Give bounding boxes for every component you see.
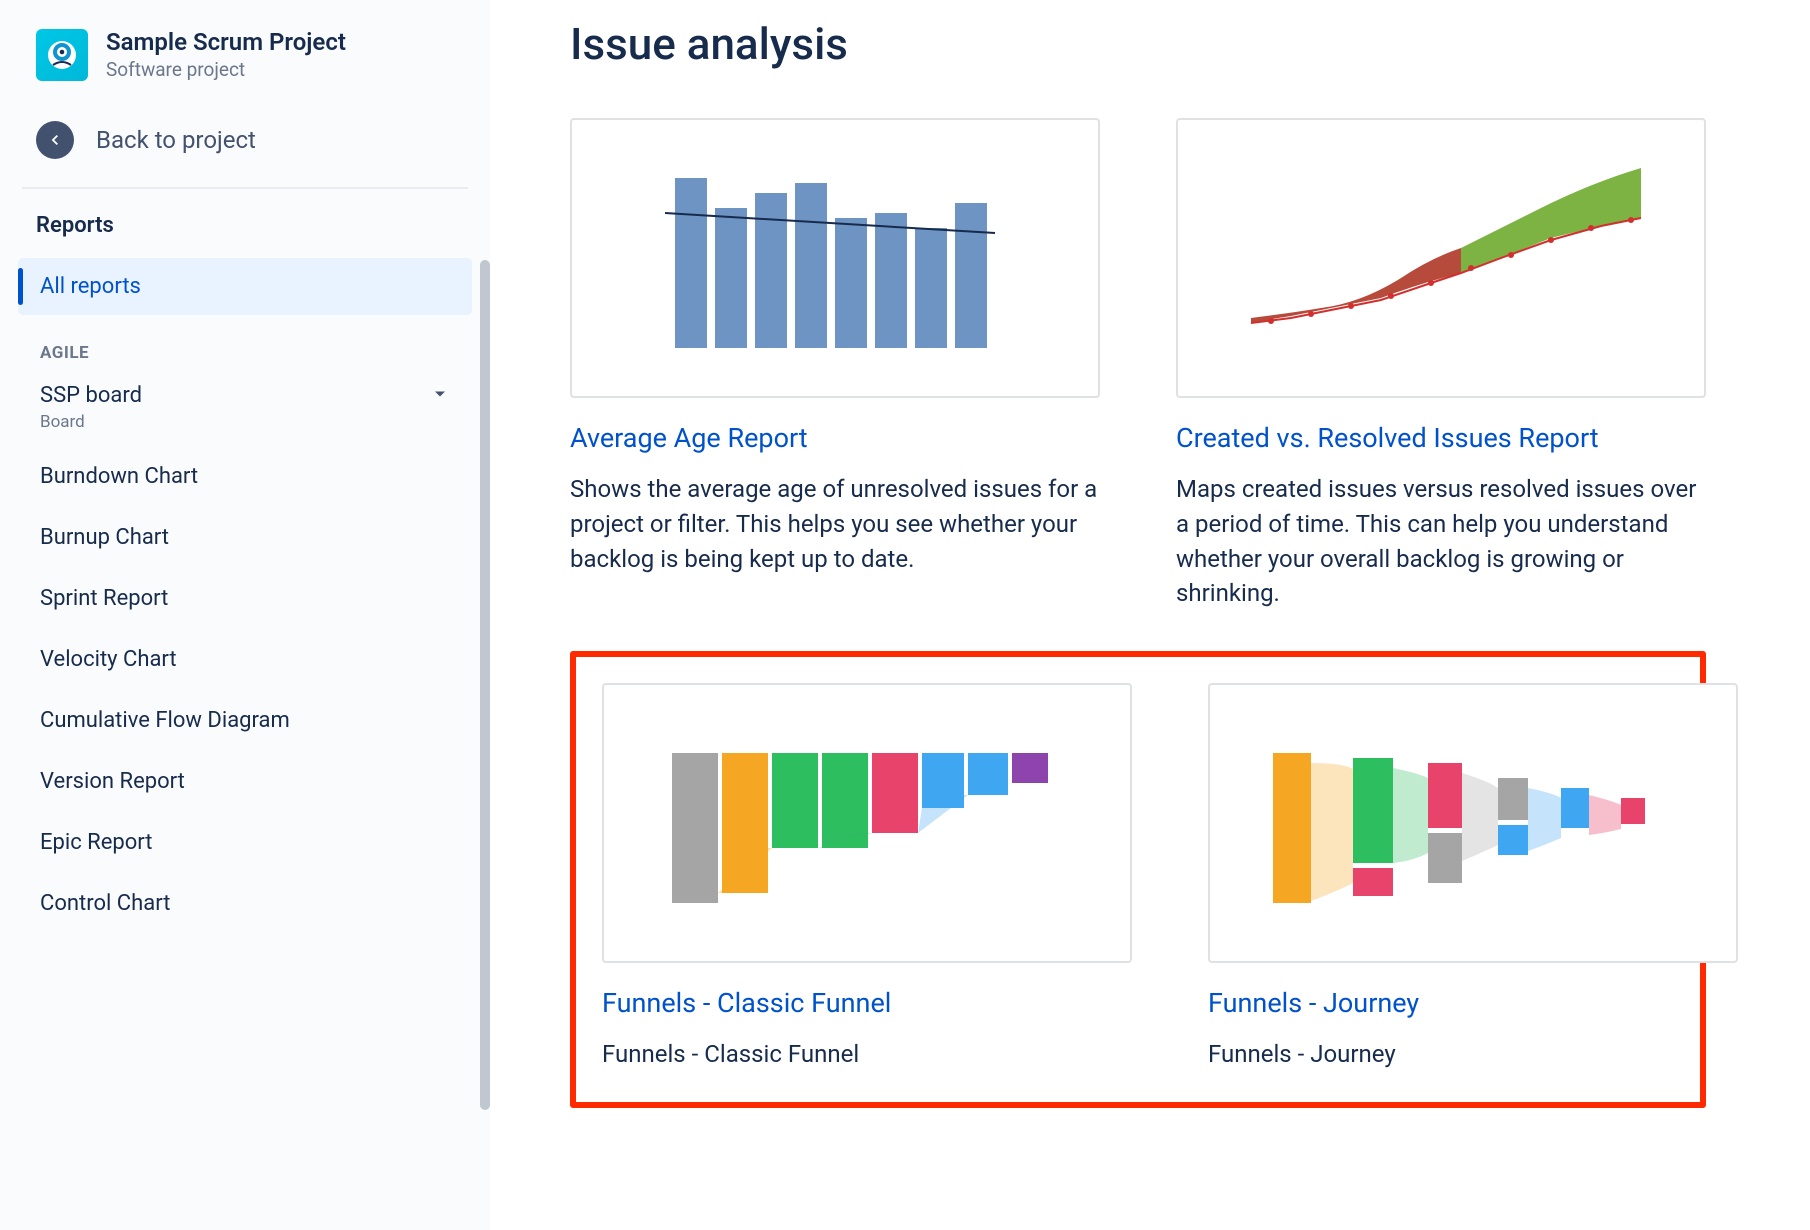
card-title[interactable]: Average Age Report [570,422,1100,454]
report-card-classic-funnel[interactable]: Funnels - Classic Funnel Funnels - Class… [602,683,1132,1072]
report-card-average-age[interactable]: Average Age Report Shows the average age… [570,118,1100,611]
highlighted-report-group: Funnels - Classic Funnel Funnels - Class… [570,651,1706,1108]
board-name: SSP board [40,383,142,408]
card-desc: Funnels - Classic Funnel [602,1037,1132,1072]
card-desc: Maps created issues versus resolved issu… [1176,472,1706,611]
board-subtitle: Board [18,412,472,446]
back-to-project-link[interactable]: Back to project [18,103,472,187]
report-card-created-resolved[interactable]: Created vs. Resolved Issues Report Maps … [1176,118,1706,611]
report-cards-grid: Average Age Report Shows the average age… [570,118,1770,1108]
group-label-agile: AGILE [18,319,472,373]
card-title[interactable]: Created vs. Resolved Issues Report [1176,422,1706,454]
project-title: Sample Scrum Project [106,28,346,56]
project-subtitle: Software project [106,58,346,81]
nav-all-reports[interactable]: All reports [18,258,472,315]
page-title: Issue analysis [570,18,1770,70]
project-header: Sample Scrum Project Software project [18,28,472,103]
card-desc: Shows the average age of unresolved issu… [570,472,1100,576]
thumbnail-journey-icon [1208,683,1738,963]
sidebar-report-epic[interactable]: Epic Report [18,812,472,873]
card-title[interactable]: Funnels - Journey [1208,987,1738,1019]
sidebar-report-burndown[interactable]: Burndown Chart [18,446,472,507]
thumbnail-funnel-icon [602,683,1132,963]
thumbnail-area-chart-icon [1176,118,1706,398]
board-selector[interactable]: SSP board [18,373,472,412]
divider [22,187,468,189]
card-title[interactable]: Funnels - Classic Funnel [602,987,1132,1019]
sidebar-report-version[interactable]: Version Report [18,751,472,812]
chevron-down-icon [430,384,450,408]
thumbnail-bar-chart-icon [570,118,1100,398]
sidebar-report-velocity[interactable]: Velocity Chart [18,629,472,690]
arrow-left-icon [36,121,74,159]
card-desc: Funnels - Journey [1208,1037,1738,1072]
section-heading-reports: Reports [18,213,472,258]
nav-all-reports-label: All reports [40,274,141,299]
sidebar-report-cfd[interactable]: Cumulative Flow Diagram [18,690,472,751]
project-avatar-icon [36,29,88,81]
report-card-journey-funnel[interactable]: Funnels - Journey Funnels - Journey [1208,683,1738,1072]
sidebar-report-sprint[interactable]: Sprint Report [18,568,472,629]
sidebar-scrollbar[interactable] [480,260,490,1110]
back-label: Back to project [96,126,256,154]
sidebar-report-control[interactable]: Control Chart [18,873,472,934]
sidebar: Sample Scrum Project Software project Ba… [0,0,490,1230]
main-content: Issue analysis [490,0,1810,1230]
sidebar-report-burnup[interactable]: Burnup Chart [18,507,472,568]
